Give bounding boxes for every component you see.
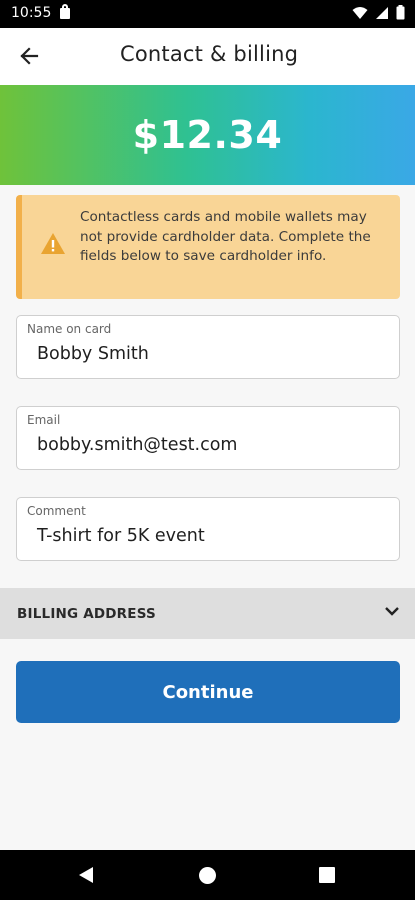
nav-back-icon[interactable] [78, 866, 94, 884]
warning-banner: Contactless cards and mobile wallets may… [16, 195, 400, 299]
name-on-card-input[interactable]: Bobby Smith [37, 344, 149, 364]
nav-home-icon[interactable] [199, 867, 216, 884]
comment-field[interactable]: Comment T-shirt for 5K event [16, 497, 400, 561]
status-time: 10:55 [11, 5, 52, 21]
billing-address-section[interactable]: BILLING ADDRESS [0, 588, 415, 639]
signal-icon [376, 6, 388, 19]
page-title: Contact & billing [120, 42, 299, 66]
comment-label: Comment [27, 504, 86, 518]
system-nav-bar [0, 850, 415, 900]
amount-banner: $12.34 [0, 85, 415, 185]
chevron-down-icon[interactable] [384, 605, 400, 617]
continue-button[interactable]: Continue [16, 661, 400, 723]
lock-icon [60, 4, 70, 19]
warning-triangle-icon [41, 233, 65, 254]
battery-icon [396, 5, 405, 20]
warning-text: Contactless cards and mobile wallets may… [80, 209, 371, 264]
status-icons [352, 5, 405, 20]
name-on-card-label: Name on card [27, 322, 112, 336]
amount-value: $12.34 [132, 113, 283, 157]
app-bar: Contact & billing [0, 28, 415, 85]
back-arrow-icon[interactable] [14, 41, 44, 71]
status-bar: 10:55 [0, 0, 415, 28]
email-field[interactable]: Email bobby.smith@test.com [16, 406, 400, 470]
wifi-icon [352, 6, 368, 19]
email-input[interactable]: bobby.smith@test.com [37, 435, 237, 455]
comment-input[interactable]: T-shirt for 5K event [37, 526, 205, 546]
name-on-card-field[interactable]: Name on card Bobby Smith [16, 315, 400, 379]
email-label: Email [27, 413, 61, 427]
nav-recents-icon[interactable] [319, 867, 335, 883]
billing-address-label: BILLING ADDRESS [17, 606, 156, 622]
